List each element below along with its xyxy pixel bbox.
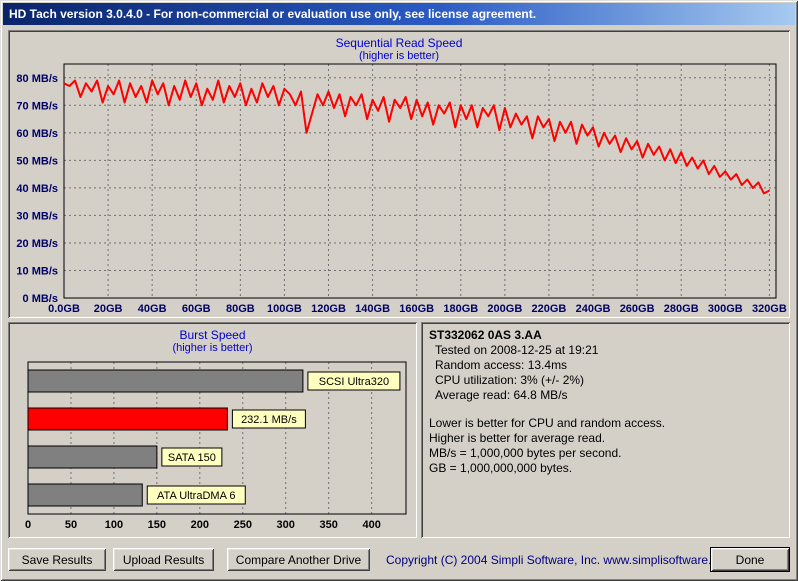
svg-text:260GB: 260GB [620, 303, 655, 315]
burst-chart-subtitle: (higher is better) [172, 342, 253, 354]
info-line-tested: Tested on 2008-12-25 at 19:21 [435, 343, 599, 357]
info-note: GB = 1,000,000,000 bytes. [429, 461, 573, 475]
svg-text:20GB: 20GB [94, 303, 123, 315]
info-line-cpu-utilization: CPU utilization: 3% (+/- 2%) [435, 373, 585, 387]
svg-text:0: 0 [25, 519, 31, 531]
svg-text:100GB: 100GB [267, 303, 302, 315]
svg-text:80 MB/s: 80 MB/s [16, 73, 58, 85]
svg-text:300GB: 300GB [708, 303, 743, 315]
svg-text:150: 150 [148, 519, 166, 531]
window-title: HD Tach version 3.0.4.0 - For non-commer… [9, 7, 537, 21]
svg-text:80GB: 80GB [226, 303, 255, 315]
svg-text:250: 250 [234, 519, 252, 531]
svg-text:180GB: 180GB [443, 303, 478, 315]
copyright-text: Copyright (C) 2004 Simpli Software, Inc.… [386, 553, 735, 567]
upload-results-button[interactable]: Upload Results [113, 548, 214, 571]
svg-text:20 MB/s: 20 MB/s [16, 238, 58, 250]
svg-text:280GB: 280GB [664, 303, 699, 315]
info-note: MB/s = 1,000,000 bytes per second. [429, 446, 622, 460]
drive-info-content: ST332062 0AS 3.AA Tested on 2008-12-25 a… [429, 328, 782, 476]
title-bar: HD Tach version 3.0.4.0 - For non-commer… [3, 3, 795, 25]
svg-text:ATA UltraDMA 6: ATA UltraDMA 6 [157, 490, 235, 502]
hdtach-window: HD Tach version 3.0.4.0 - For non-commer… [0, 0, 798, 581]
burst-speed-chart: 0 50 100 150 200 250 300 350 400 SCSI Ultra320 232… [25, 361, 407, 531]
info-note: Lower is better for CPU and random acces… [429, 416, 666, 430]
svg-text:220GB: 220GB [532, 303, 567, 315]
sequential-read-chart: 0.0GB 20GB 40GB 60GB 80GB 100GB 120GB 140GB 160G… [16, 63, 787, 315]
info-note: Higher is better for average read. [429, 431, 606, 445]
save-results-button[interactable]: Save Results [8, 548, 106, 571]
svg-text:10 MB/s: 10 MB/s [16, 265, 58, 277]
svg-text:30 MB/s: 30 MB/s [16, 210, 58, 222]
info-line-average-read: Average read: 64.8 MB/s [435, 388, 568, 402]
svg-text:320GB: 320GB [752, 303, 787, 315]
svg-text:70 MB/s: 70 MB/s [16, 100, 58, 112]
svg-text:140GB: 140GB [355, 303, 390, 315]
drive-info-panel: ST332062 0AS 3.AA Tested on 2008-12-25 a… [421, 322, 790, 538]
svg-text:SCSI Ultra320: SCSI Ultra320 [319, 376, 389, 388]
svg-text:400: 400 [362, 519, 380, 531]
svg-text:40 MB/s: 40 MB/s [16, 183, 58, 195]
svg-text:240GB: 240GB [576, 303, 611, 315]
svg-text:50: 50 [65, 519, 77, 531]
burst-chart-title: Burst Speed [179, 328, 246, 342]
read-chart-title: Sequential Read Speed [335, 36, 463, 50]
svg-text:0 MB/s: 0 MB/s [23, 293, 58, 305]
info-notes: Lower is better for CPU and random acces… [429, 416, 782, 476]
compare-another-drive-button[interactable]: Compare Another Drive [227, 548, 370, 571]
svg-text:60GB: 60GB [182, 303, 211, 315]
drive-model-title: ST332062 0AS 3.AA [429, 328, 542, 342]
svg-text:200GB: 200GB [487, 303, 522, 315]
burst-speed-panel: 0 50 100 150 200 250 300 350 400 SCSI Ultra320 232… [8, 322, 417, 538]
sequential-read-panel: 0.0GB 20GB 40GB 60GB 80GB 100GB 120GB 140GB 160G… [8, 30, 790, 318]
svg-text:60 MB/s: 60 MB/s [16, 128, 58, 140]
svg-text:100: 100 [105, 519, 123, 531]
svg-text:350: 350 [320, 519, 338, 531]
svg-text:300: 300 [277, 519, 295, 531]
svg-text:160GB: 160GB [399, 303, 434, 315]
svg-text:120GB: 120GB [311, 303, 346, 315]
done-button[interactable]: Done [710, 547, 790, 572]
svg-text:SATA 150: SATA 150 [168, 452, 216, 464]
svg-text:40GB: 40GB [138, 303, 167, 315]
svg-text:200: 200 [191, 519, 209, 531]
read-chart-subtitle: (higher is better) [358, 50, 440, 62]
info-line-random-access: Random access: 13.4ms [435, 358, 568, 372]
svg-text:50 MB/s: 50 MB/s [16, 155, 58, 167]
svg-text:232.1 MB/s: 232.1 MB/s [241, 414, 297, 426]
